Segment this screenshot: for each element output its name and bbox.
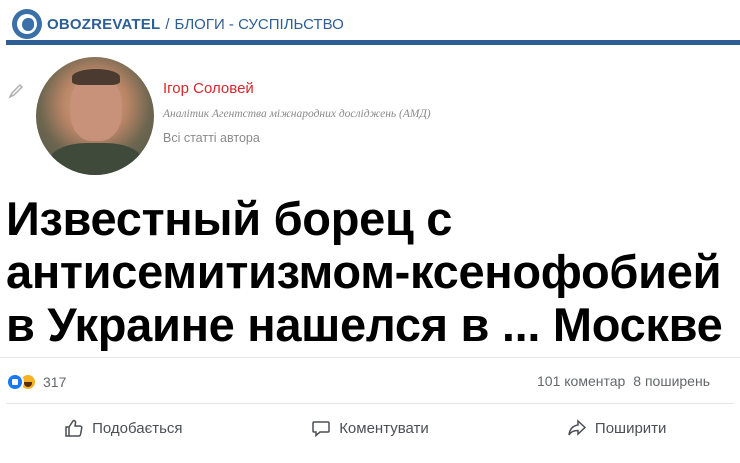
- headline-line: в Украине нашелся в ... Москве: [6, 298, 723, 351]
- reaction-count: 317: [43, 374, 67, 390]
- avatar-shirt: [48, 143, 144, 175]
- share-label: Поширити: [594, 419, 667, 437]
- engagement-stats: 101 коментар 8 поширень: [537, 373, 710, 389]
- comment-button[interactable]: Коментувати: [247, 408, 494, 448]
- divider: [6, 403, 734, 404]
- like-reaction-icon: [6, 373, 24, 391]
- reactions-summary[interactable]: 317: [6, 372, 66, 392]
- pen-icon: [8, 83, 24, 99]
- breadcrumb[interactable]: БЛОГИ - СУСПІЛЬСТВО: [174, 16, 343, 33]
- divider: [0, 357, 740, 358]
- like-button[interactable]: Подобається: [0, 408, 247, 448]
- avatar-hair: [72, 69, 120, 85]
- author-name[interactable]: Ігор Соловей: [163, 80, 254, 97]
- like-label: Подобається: [92, 419, 183, 437]
- breadcrumb-separator: /: [165, 15, 170, 33]
- author-avatar[interactable]: [36, 57, 154, 175]
- share-button[interactable]: Поширити: [493, 408, 740, 448]
- thumbs-up-icon: [65, 419, 83, 437]
- site-logo[interactable]: OBOZREVATEL: [47, 16, 160, 33]
- headline-line: антисемитизмом-ксенофобией: [6, 245, 722, 298]
- comment-label: Коментувати: [339, 419, 429, 437]
- action-bar: Подобається Коментувати Поширити: [0, 408, 740, 448]
- share-icon: [568, 419, 587, 436]
- site-header: OBOZREVATEL / БЛОГИ - СУСПІЛЬСТВО: [6, 4, 740, 44]
- shares-count-link[interactable]: 8 поширень: [633, 373, 710, 389]
- header-divider: [6, 40, 740, 45]
- logo-globe-icon[interactable]: [12, 9, 42, 39]
- author-role: Аналітик Агентства міжнародних досліджен…: [163, 108, 431, 120]
- comment-icon: [312, 421, 330, 438]
- all-articles-link[interactable]: Всі статті автора: [163, 131, 260, 145]
- comments-count-link[interactable]: 101 коментар: [537, 373, 625, 389]
- headline-line: Известный борец с: [6, 192, 453, 245]
- article-headline[interactable]: Известный борец с антисемитизмом-ксенофо…: [6, 192, 740, 351]
